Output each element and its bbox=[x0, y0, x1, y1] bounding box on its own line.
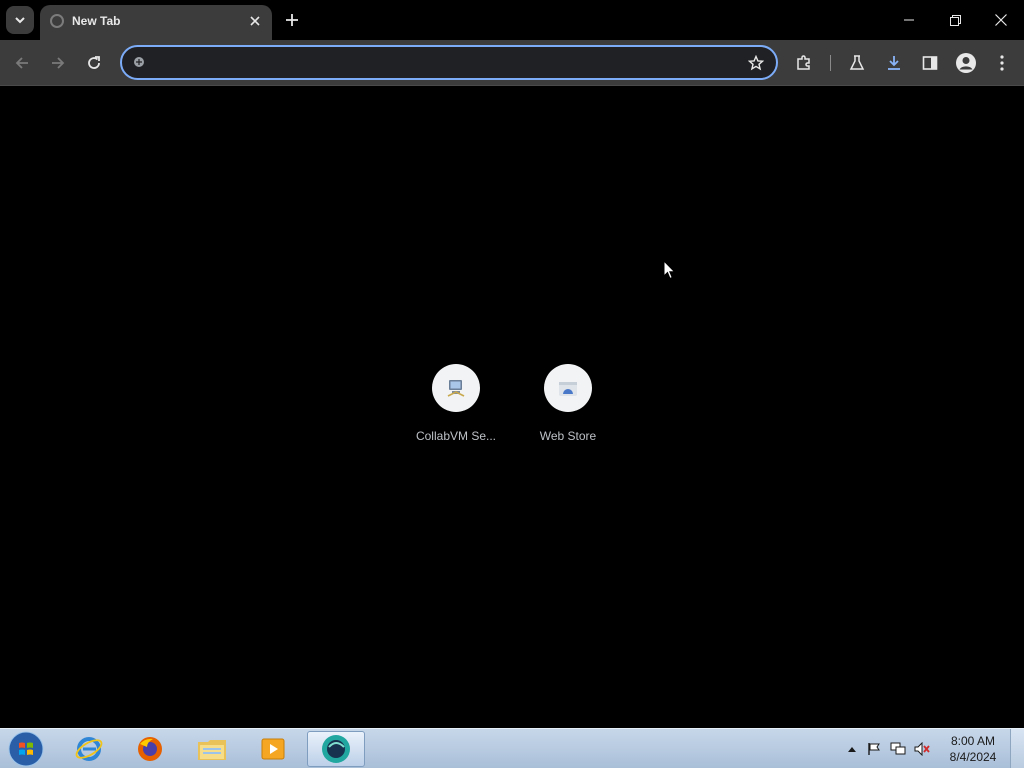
download-icon bbox=[888, 56, 900, 70]
shortcut-icon-circle bbox=[432, 364, 480, 412]
shortcut-tile[interactable]: Web Store bbox=[520, 357, 616, 447]
shortcut-label: CollabVM Se... bbox=[415, 429, 497, 443]
new-tab-page: CollabVM Se... Web Store bbox=[0, 87, 1024, 728]
new-tab-button[interactable] bbox=[280, 8, 304, 32]
tab-title: New Tab bbox=[72, 14, 121, 28]
firefox-icon bbox=[138, 737, 162, 761]
globe-icon bbox=[50, 14, 64, 28]
minimize-button[interactable] bbox=[886, 0, 932, 40]
taskbar-explorer[interactable] bbox=[183, 731, 241, 767]
web-store-icon bbox=[559, 382, 577, 396]
search-engine-icon bbox=[132, 55, 146, 69]
shortcut-label: Web Store bbox=[539, 429, 597, 443]
chevron-up-icon bbox=[848, 747, 856, 752]
plus-icon bbox=[286, 14, 298, 26]
internet-explorer-icon bbox=[75, 737, 103, 761]
close-window-button[interactable] bbox=[978, 0, 1024, 40]
star-icon bbox=[748, 55, 764, 71]
show-hidden-icons-button[interactable] bbox=[844, 741, 860, 757]
taskbar-chrome-active[interactable] bbox=[307, 731, 365, 767]
browser-app-icon bbox=[322, 735, 350, 763]
show-desktop-button[interactable] bbox=[1010, 729, 1024, 768]
tab-new-tab[interactable]: New Tab bbox=[40, 5, 272, 40]
address-bar[interactable] bbox=[120, 45, 778, 80]
mouse-cursor-icon bbox=[663, 260, 676, 280]
puzzle-icon bbox=[797, 55, 810, 70]
shortcut-icon-circle bbox=[544, 364, 592, 412]
action-center-button[interactable] bbox=[866, 741, 882, 757]
collabvm-icon bbox=[447, 380, 465, 397]
taskbar-media-player[interactable] bbox=[244, 731, 302, 767]
restore-button[interactable] bbox=[932, 0, 978, 40]
tab-close-button[interactable] bbox=[246, 12, 264, 30]
chevron-down-icon bbox=[15, 17, 25, 24]
screen: New Tab CollabVM Se... Web Store 8:00 AM… bbox=[0, 0, 1024, 768]
side-panel-button[interactable] bbox=[916, 49, 944, 77]
network-icon bbox=[890, 742, 906, 755]
clock[interactable]: 8:00 AM 8/4/2024 bbox=[940, 733, 1006, 765]
folder-icon bbox=[198, 740, 226, 760]
shortcut-tile[interactable]: CollabVM Se... bbox=[408, 357, 504, 447]
downloads-button[interactable] bbox=[880, 49, 908, 77]
reload-button[interactable] bbox=[80, 49, 108, 77]
labs-button[interactable] bbox=[843, 49, 871, 77]
profile-button[interactable] bbox=[952, 49, 980, 77]
flag-icon bbox=[868, 743, 880, 755]
restore-icon bbox=[949, 14, 961, 26]
arrow-left-icon bbox=[15, 57, 28, 69]
clock-time: 8:00 AM bbox=[950, 734, 996, 748]
back-button[interactable] bbox=[8, 49, 36, 77]
reload-icon bbox=[88, 56, 100, 69]
kebab-menu-icon bbox=[1000, 55, 1004, 71]
extensions-button[interactable] bbox=[790, 49, 818, 77]
start-button[interactable] bbox=[6, 730, 46, 768]
close-icon bbox=[995, 14, 1007, 26]
close-icon bbox=[250, 16, 260, 26]
bookmark-star-button[interactable] bbox=[746, 53, 766, 73]
taskbar: 8:00 AM 8/4/2024 bbox=[0, 728, 1024, 768]
volume-muted-icon bbox=[914, 742, 930, 756]
volume-button[interactable] bbox=[914, 741, 930, 757]
clock-date: 8/4/2024 bbox=[949, 750, 997, 764]
browser-titlebar: New Tab bbox=[0, 0, 1024, 40]
arrow-right-icon bbox=[52, 57, 65, 69]
avatar-icon bbox=[956, 53, 976, 73]
browser-toolbar bbox=[0, 40, 1024, 86]
windows-orb-icon bbox=[8, 731, 44, 767]
forward-button[interactable] bbox=[44, 49, 72, 77]
taskbar-firefox[interactable] bbox=[121, 731, 179, 767]
tab-search-button[interactable] bbox=[6, 6, 34, 34]
toolbar-divider bbox=[830, 55, 831, 71]
media-player-icon bbox=[261, 738, 285, 760]
flask-icon bbox=[849, 55, 865, 70]
minimize-icon bbox=[904, 19, 914, 21]
menu-button[interactable] bbox=[988, 49, 1016, 77]
address-input[interactable] bbox=[154, 53, 734, 73]
network-button[interactable] bbox=[890, 741, 906, 757]
side-panel-icon bbox=[922, 56, 938, 70]
taskbar-internet-explorer[interactable] bbox=[60, 731, 118, 767]
